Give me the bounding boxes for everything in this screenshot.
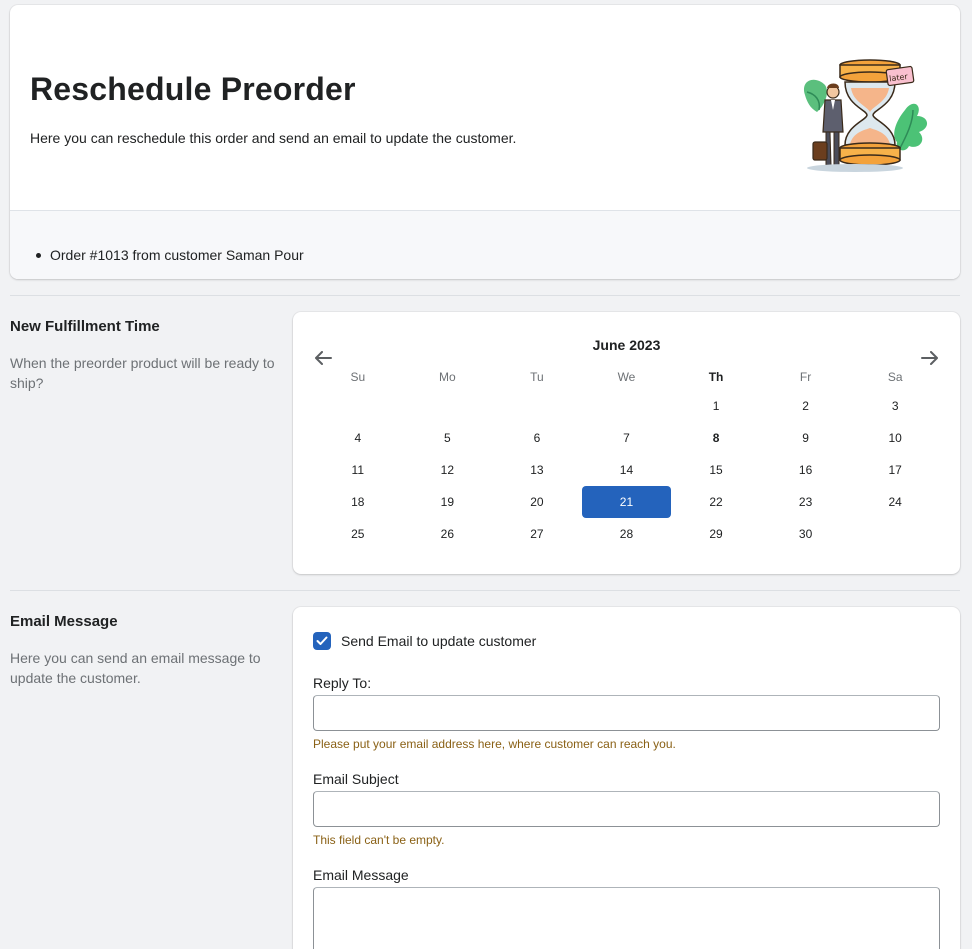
calendar-day[interactable]: 28	[582, 518, 672, 550]
weekday-label: Tu	[530, 370, 544, 384]
calendar-day-selected[interactable]: 21	[581, 486, 672, 518]
send-email-checkbox-row[interactable]: Send Email to update customer	[313, 632, 536, 650]
weekday-header-row: Su Mo Tu We Th Fr Sa	[313, 364, 940, 390]
calendar-day[interactable]: 15	[671, 454, 761, 486]
email-subject-label: Email Subject	[313, 771, 399, 787]
calendar-day[interactable]: 29	[671, 518, 761, 550]
calendar-day[interactable]: 3	[850, 390, 940, 422]
calendar-week-row: 11 12 13 14 15 16 17	[313, 454, 940, 486]
reply-to-help-text: Please put your email address here, wher…	[313, 737, 676, 751]
calendar-day[interactable]: 16	[761, 454, 851, 486]
section-divider	[10, 295, 960, 296]
reply-to-label: Reply To:	[313, 675, 372, 691]
arrow-right-icon	[921, 351, 938, 365]
calendar-day[interactable]: 23	[761, 486, 851, 518]
weekday-label: Mo	[439, 370, 456, 384]
reply-to-input[interactable]	[313, 695, 940, 731]
calendar-day[interactable]: 18	[313, 486, 403, 518]
section-divider	[10, 590, 960, 591]
calendar-day-empty	[582, 390, 672, 422]
weekday-label: Su	[350, 370, 366, 384]
calendar-day[interactable]: 14	[582, 454, 672, 486]
calendar-day[interactable]: 10	[850, 422, 940, 454]
bullet-icon	[36, 252, 41, 258]
weekday-label: We	[617, 370, 636, 384]
calendar-day-empty	[850, 518, 940, 550]
calendar-grid: Su Mo Tu We Th Fr Sa 1 2 3 4 5 6 7 8 9 10 11 12 13 14 15 16 17 1…	[313, 364, 940, 550]
calendar-day[interactable]: 4	[313, 422, 403, 454]
header-top: Reschedule Preorder Here you can resched…	[10, 5, 960, 210]
calendar-day[interactable]: 22	[671, 486, 761, 518]
calendar-day[interactable]: 19	[403, 486, 493, 518]
fulfillment-section-title: New Fulfillment Time	[10, 318, 160, 335]
order-info-text: Order #1013 from customer Saman Pour	[50, 247, 304, 263]
email-section-description: Here you can send an email message to up…	[10, 650, 261, 686]
email-subject-error-text: This field can't be empty.	[313, 833, 445, 847]
list-item: Order #1013 from customer Saman Pour	[36, 247, 304, 263]
date-picker-card: June 2023 Su Mo Tu We Th Fr Sa 1 2 3 4 5 6 7 8 9 10 11 12 1…	[293, 312, 960, 574]
calendar-day-empty	[403, 390, 493, 422]
email-section-title: Email Message	[10, 613, 118, 630]
calendar-day[interactable]: 6	[492, 422, 582, 454]
calendar-day[interactable]: 11	[313, 454, 403, 486]
header-card: Reschedule Preorder Here you can resched…	[10, 5, 960, 279]
calendar-day[interactable]: 25	[313, 518, 403, 550]
calendar-day[interactable]: 1	[671, 390, 761, 422]
calendar-day[interactable]: 7	[582, 422, 672, 454]
email-form-card: Send Email to update customer Reply To: …	[293, 607, 960, 949]
calendar-day[interactable]: 12	[403, 454, 493, 486]
calendar-day[interactable]: 30	[761, 518, 851, 550]
fulfillment-section-description: When the preorder product will be ready …	[10, 355, 275, 391]
order-summary: Order #1013 from customer Saman Pour	[10, 210, 960, 279]
calendar-day[interactable]: 5	[403, 422, 493, 454]
calendar-day[interactable]: 9	[761, 422, 851, 454]
weekday-label: Fr	[799, 370, 812, 384]
send-email-checkbox[interactable]	[313, 632, 331, 650]
calendar-day[interactable]: 8	[671, 422, 761, 454]
calendar-day-empty	[313, 390, 403, 422]
calendar-day[interactable]: 24	[850, 486, 940, 518]
calendar-week-row: 25 26 27 28 29 30	[313, 518, 940, 550]
calendar-week-row: 123	[313, 390, 940, 422]
calendar-day[interactable]: 27	[492, 518, 582, 550]
arrow-left-icon	[315, 351, 332, 365]
calendar-day[interactable]: 26	[403, 518, 493, 550]
checkmark-icon	[316, 636, 328, 645]
email-message-textarea[interactable]	[313, 887, 940, 949]
hourglass-illustration: later	[804, 59, 928, 172]
page-title: Reschedule Preorder	[30, 71, 356, 107]
calendar-day[interactable]: 20	[492, 486, 582, 518]
weekday-label: Sa	[887, 370, 903, 384]
page-subtitle: Here you can reschedule this order and s…	[30, 130, 517, 146]
email-message-label: Email Message	[313, 867, 409, 883]
calendar-day-empty	[492, 390, 582, 422]
calendar-week-row: 18 19 20 21 22 23 24	[313, 486, 940, 518]
calendar-week-row: 4 5 6 7 8 9 10	[313, 422, 940, 454]
calendar-day[interactable]: 17	[850, 454, 940, 486]
email-subject-input[interactable]	[313, 791, 940, 827]
weekday-label: Th	[708, 370, 724, 384]
calendar-month-label: June 2023	[592, 337, 661, 353]
calendar-day[interactable]: 13	[492, 454, 582, 486]
calendar-day[interactable]: 2	[761, 390, 851, 422]
send-email-checkbox-label: Send Email to update customer	[341, 633, 537, 649]
